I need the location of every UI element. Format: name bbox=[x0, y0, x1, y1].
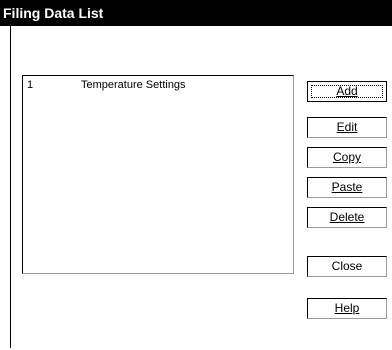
add-button[interactable]: Add bbox=[307, 81, 387, 102]
delete-button-label: Delete bbox=[329, 210, 365, 224]
add-button-label: Add bbox=[336, 84, 358, 98]
filing-data-list-window: Filing Data List 1 Temperature Settings … bbox=[0, 0, 392, 350]
copy-button-label: Copy bbox=[332, 150, 361, 164]
list-item-name: Temperature Settings bbox=[81, 79, 186, 91]
window-title: Filing Data List bbox=[3, 5, 104, 21]
close-button-label: Close bbox=[331, 259, 363, 273]
list-item-number: 1 bbox=[27, 79, 34, 91]
delete-button[interactable]: Delete bbox=[307, 207, 387, 228]
title-bar: Filing Data List bbox=[0, 0, 392, 26]
edit-button-label: Edit bbox=[336, 120, 358, 134]
list-item[interactable]: 1 Temperature Settings bbox=[25, 78, 291, 92]
help-button-label: Help bbox=[334, 301, 360, 315]
window-left-edge bbox=[10, 26, 11, 348]
help-button[interactable]: Help bbox=[307, 298, 387, 319]
paste-button[interactable]: Paste bbox=[307, 177, 387, 198]
paste-button-label: Paste bbox=[331, 180, 363, 194]
filing-data-listbox[interactable]: 1 Temperature Settings bbox=[22, 75, 294, 274]
copy-button[interactable]: Copy bbox=[307, 147, 387, 168]
edit-button[interactable]: Edit bbox=[307, 117, 387, 138]
close-button[interactable]: Close bbox=[307, 256, 387, 277]
